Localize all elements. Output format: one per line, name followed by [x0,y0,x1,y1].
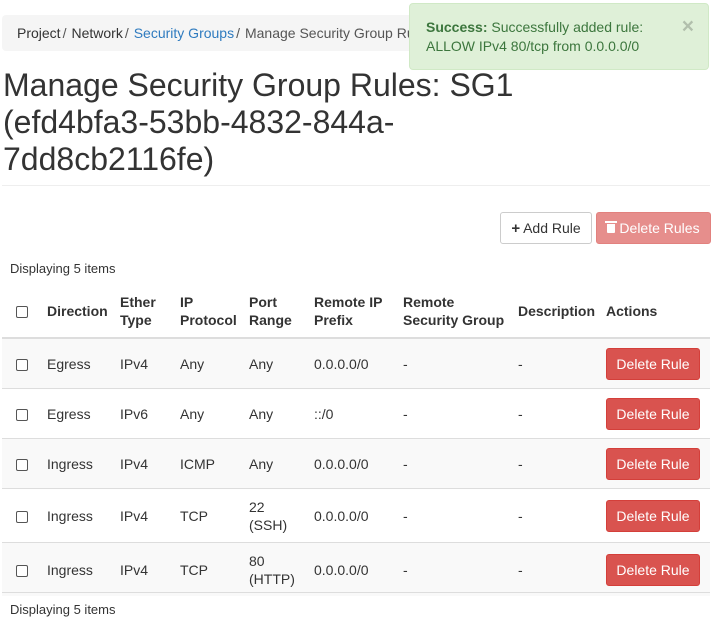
table-bottom-divider [2,592,710,593]
row-checkbox[interactable] [16,564,28,577]
cell-ether-type: IPv4 [116,438,176,489]
col-port-range[interactable]: Port Range [245,284,310,339]
breadcrumb-network: Network [71,25,123,41]
breadcrumb-separator: / [62,25,67,41]
table-row: Ingress IPv4 ICMP Any 0.0.0.0/0 - - Dele… [2,438,710,489]
cell-direction: Egress [43,337,116,389]
cell-actions: Delete Rule [602,488,710,543]
cell-ip-protocol: TCP [176,542,245,596]
cell-description: - [514,438,602,489]
breadcrumb-project: Project [17,25,61,41]
cell-remote-ip-prefix: ::/0 [310,388,399,439]
cell-remote-ip-prefix: 0.0.0.0/0 [310,542,399,596]
col-remote-security-group[interactable]: Remote Security Group [399,284,514,339]
item-count-bottom: Displaying 5 items [10,602,116,617]
col-remote-ip-prefix[interactable]: Remote IP Prefix [310,284,399,339]
delete-rules-label: Delete Rules [619,220,700,236]
cell-ip-protocol: TCP [176,488,245,543]
cell-actions: Delete Rule [602,438,710,489]
row-select-cell [2,438,43,489]
cell-ether-type: IPv4 [116,337,176,389]
row-checkbox[interactable] [16,458,28,471]
row-select-cell [2,488,43,543]
cell-port-range: Any [245,337,310,389]
col-ip-protocol[interactable]: IP Protocol [176,284,245,339]
cell-remote-security-group: - [399,388,514,439]
breadcrumb: Project / Network / Security Groups / Manag… [2,15,422,51]
row-select-cell [2,337,43,389]
success-alert: Success: Successfully added rule: ALLOW … [409,3,709,70]
cell-remote-ip-prefix: 0.0.0.0/0 [310,488,399,543]
table-row: Ingress IPv4 TCP 80 (HTTP) 0.0.0.0/0 - -… [2,542,710,596]
cell-description: - [514,337,602,389]
cell-port-range: 22 (SSH) [245,488,310,543]
cell-remote-security-group: - [399,337,514,389]
row-select-cell [2,542,43,596]
plus-icon: + [511,219,521,237]
select-all-checkbox[interactable] [16,305,28,318]
table-header-row: Direction Ether Type IP Protocol Port Ra… [2,284,710,339]
cell-actions: Delete Rule [602,337,710,389]
alert-strong-label: Success: [426,19,488,35]
select-all-cell [2,284,43,339]
delete-rule-button[interactable]: Delete Rule [606,499,700,532]
cell-direction: Ingress [43,542,116,596]
cell-description: - [514,488,602,543]
breadcrumb-separator: / [124,25,129,41]
table-row: Ingress IPv4 TCP 22 (SSH) 0.0.0.0/0 - - … [2,488,710,543]
cell-remote-security-group: - [399,542,514,596]
delete-rules-button[interactable]: Delete Rules [596,212,711,244]
cell-description: - [514,542,602,596]
cell-direction: Egress [43,388,116,439]
close-icon[interactable]: × [682,16,694,37]
rules-table: Direction Ether Type IP Protocol Port Ra… [2,284,710,596]
add-rule-label: Add Rule [523,220,581,236]
cell-port-range: Any [245,388,310,439]
cell-ip-protocol: ICMP [176,438,245,489]
table-row: Egress IPv6 Any Any ::/0 - - Delete Rule [2,388,710,439]
cell-ip-protocol: Any [176,388,245,439]
delete-rule-button[interactable]: Delete Rule [606,553,700,586]
col-description[interactable]: Description [514,284,602,339]
col-ether-type[interactable]: Ether Type [116,284,176,339]
table-row: Egress IPv4 Any Any 0.0.0.0/0 - - Delete… [2,337,710,389]
cell-ip-protocol: Any [176,337,245,389]
cell-ether-type: IPv4 [116,488,176,543]
title-divider [2,185,710,186]
cell-actions: Delete Rule [602,542,710,596]
cell-remote-ip-prefix: 0.0.0.0/0 [310,337,399,389]
delete-rule-button[interactable]: Delete Rule [606,447,700,480]
row-select-cell [2,388,43,439]
page-title: Manage Security Group Rules: SG1 (efd4bf… [3,67,514,177]
breadcrumb-separator: / [236,25,240,41]
add-rule-button[interactable]: + Add Rule [500,212,592,244]
cell-ether-type: IPv4 [116,542,176,596]
cell-remote-security-group: - [399,488,514,543]
row-checkbox[interactable] [16,358,28,371]
col-direction[interactable]: Direction [43,284,116,339]
cell-ether-type: IPv6 [116,388,176,439]
cell-remote-ip-prefix: 0.0.0.0/0 [310,438,399,489]
cell-description: - [514,388,602,439]
cell-direction: Ingress [43,488,116,543]
row-checkbox[interactable] [16,408,28,421]
delete-rule-button[interactable]: Delete Rule [606,397,700,430]
cell-port-range: 80 (HTTP) [245,542,310,596]
col-actions: Actions [602,284,710,339]
cell-direction: Ingress [43,438,116,489]
cell-actions: Delete Rule [602,388,710,439]
trash-icon [605,220,618,233]
cell-port-range: Any [245,438,310,489]
breadcrumb-current: Manage Security Group Rules [244,25,422,41]
delete-rule-button[interactable]: Delete Rule [606,347,700,380]
item-count-top: Displaying 5 items [10,261,116,276]
cell-remote-security-group: - [399,438,514,489]
row-checkbox[interactable] [16,510,28,523]
breadcrumb-security-groups-link[interactable]: Security Groups [134,25,234,41]
